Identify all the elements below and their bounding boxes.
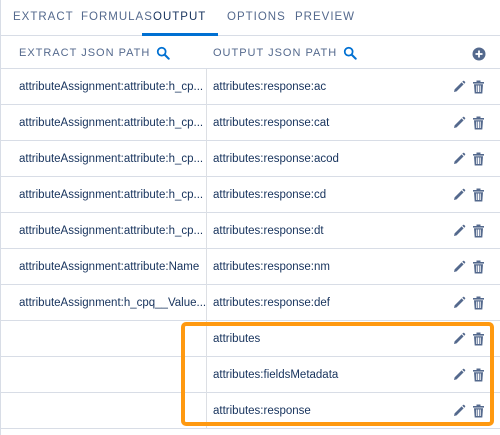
output-mapping-panel: EXTRACT FORMULAS OUTPUT OPTIONS PREVIEW … — [0, 0, 500, 435]
output-path-cell: attributes:response:acod — [213, 153, 339, 165]
tab-options[interactable]: OPTIONS — [227, 11, 286, 23]
column-divider — [206, 249, 207, 285]
trash-icon[interactable] — [472, 296, 485, 310]
search-icon[interactable] — [343, 46, 357, 60]
column-divider — [206, 141, 207, 177]
tab-output[interactable]: OUTPUT — [153, 11, 206, 23]
tab-preview[interactable]: PREVIEW — [295, 11, 355, 23]
column-divider — [206, 177, 207, 213]
pencil-icon[interactable] — [452, 188, 466, 202]
table-row: attributeAssignment:attribute:h_cp... att… — [1, 141, 500, 177]
trash-icon[interactable] — [472, 224, 485, 238]
pencil-icon[interactable] — [452, 296, 466, 310]
extract-path-cell: attributeAssignment:h_cpq__Value... — [19, 297, 207, 309]
search-icon[interactable] — [156, 46, 171, 60]
table-row: attributes — [1, 321, 500, 357]
trash-icon[interactable] — [472, 80, 485, 94]
output-path-cell: attributes:response:cat — [213, 117, 330, 129]
pencil-icon[interactable] — [452, 152, 466, 166]
output-path-cell: attributes — [213, 333, 261, 345]
pencil-icon[interactable] — [452, 404, 466, 418]
trash-icon[interactable] — [472, 404, 485, 418]
table-row: attributeAssignment:attribute:h_cp... att… — [1, 69, 500, 105]
column-divider — [206, 393, 207, 429]
pencil-icon[interactable] — [452, 332, 466, 346]
output-path-cell: attributes:response:nm — [213, 261, 330, 273]
output-path-cell: attributes:response:cd — [213, 189, 327, 201]
trash-icon[interactable] — [472, 332, 485, 346]
table-header: EXTRACT JSON PATH OUTPUT JSON PATH — [1, 36, 500, 69]
table-row: attributeAssignment:attribute:h_cp... att… — [1, 177, 500, 213]
pencil-icon[interactable] — [452, 80, 466, 94]
output-column-label: OUTPUT JSON PATH — [213, 47, 338, 59]
extract-path-cell: attributeAssignment:attribute:h_cp... — [19, 81, 204, 93]
pencil-icon[interactable] — [452, 224, 466, 238]
extract-path-cell: attributeAssignment:attribute:h_cp... — [19, 225, 204, 237]
extract-column-header: EXTRACT JSON PATH — [19, 46, 171, 60]
output-path-cell: attributes:response:dt — [213, 225, 324, 237]
trash-icon[interactable] — [472, 188, 485, 202]
table-row: attributeAssignment:attribute:Name attrib… — [1, 249, 500, 285]
tab-formulas[interactable]: FORMULAS — [81, 11, 153, 23]
column-divider — [206, 357, 207, 393]
table-row: attributes:response — [1, 393, 500, 429]
extract-path-cell: attributeAssignment:attribute:h_cp... — [19, 189, 204, 201]
trash-icon[interactable] — [472, 116, 485, 130]
trash-icon[interactable] — [472, 368, 485, 382]
column-divider — [206, 213, 207, 249]
output-path-cell: attributes:response:def — [213, 297, 330, 309]
table-row: attributeAssignment:attribute:h_cp... att… — [1, 105, 500, 141]
pencil-icon[interactable] — [452, 368, 466, 382]
extract-path-cell: attributeAssignment:attribute:h_cp... — [19, 117, 204, 129]
table-row: attributes:fieldsMetadata — [1, 357, 500, 393]
tab-extract[interactable]: EXTRACT — [13, 11, 74, 23]
add-icon[interactable] — [472, 47, 486, 61]
pencil-icon[interactable] — [452, 260, 466, 274]
pencil-icon[interactable] — [452, 116, 466, 130]
trash-icon[interactable] — [472, 260, 485, 274]
column-divider — [206, 105, 207, 141]
output-path-cell: attributes:response — [213, 405, 311, 417]
column-divider — [206, 285, 207, 321]
trash-icon[interactable] — [472, 152, 485, 166]
output-column-header: OUTPUT JSON PATH — [213, 46, 357, 60]
output-path-cell: attributes:response:ac — [213, 81, 327, 93]
output-path-cell: attributes:fieldsMetadata — [213, 369, 339, 381]
tab-bar: EXTRACT FORMULAS OUTPUT OPTIONS PREVIEW — [1, 0, 500, 36]
extract-column-label: EXTRACT JSON PATH — [19, 47, 151, 59]
column-divider — [206, 321, 207, 357]
extract-path-cell: attributeAssignment:attribute:Name — [19, 261, 200, 273]
table-row: attributeAssignment:h_cpq__Value... attri… — [1, 285, 500, 321]
table-row: attributeAssignment:attribute:h_cp... att… — [1, 213, 500, 249]
column-divider — [206, 69, 207, 105]
extract-path-cell: attributeAssignment:attribute:h_cp... — [19, 153, 204, 165]
